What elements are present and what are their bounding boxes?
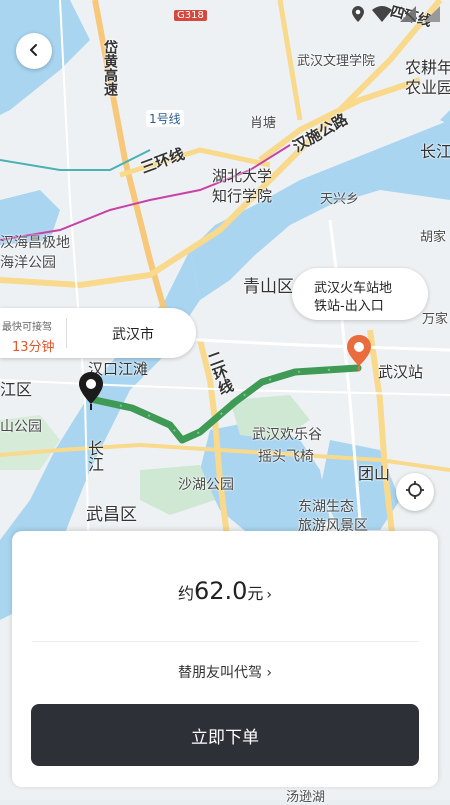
map-label: 江区 <box>0 380 33 399</box>
map-label: 岱黄高速 <box>102 40 118 96</box>
price-prefix: 约 <box>177 584 194 603</box>
panel-divider <box>32 641 418 642</box>
map-label: 肖塘 <box>250 116 277 131</box>
map-label: 武汉文理学院 <box>297 54 376 69</box>
chevron-left-icon <box>27 42 41 61</box>
map-label: 东湖生态 <box>298 499 354 515</box>
map-label: 农业园 <box>405 78 450 97</box>
pickup-eta: 13分钟 <box>12 340 55 355</box>
map-label: G318 <box>174 10 207 21</box>
location-icon <box>352 6 364 26</box>
order-panel: 约62.0元 › 替朋友叫代驾 › 立即下单 <box>12 531 438 787</box>
pickup-info-bubble[interactable]: 最快可接驾 13分钟 武汉市 <box>0 308 196 358</box>
map-label: 湖北大学 <box>212 167 273 185</box>
map-label: 胡家 <box>420 230 447 245</box>
bubble-divider <box>66 318 67 348</box>
map-label: 长江 <box>85 440 104 472</box>
destination-pin-icon <box>346 334 372 376</box>
map-label: 海洋公园 <box>0 255 56 271</box>
map-label: 山公园 <box>0 419 42 435</box>
signal-icon-2 <box>424 6 440 26</box>
destination-name-line2: 铁站-出入口 <box>314 299 384 314</box>
price-unit: 元 <box>247 584 264 603</box>
map-label: 沙湖公园 <box>178 477 234 493</box>
map-label: 武汉欢乐谷 <box>252 427 322 443</box>
place-order-button[interactable]: 立即下单 <box>31 704 419 766</box>
pickup-caption: 最快可接驾 <box>2 322 52 333</box>
map-label: 团山 <box>358 464 391 483</box>
map-label: 汉海昌极地 <box>0 235 70 251</box>
wifi-icon <box>372 6 392 26</box>
locate-button[interactable] <box>396 473 434 511</box>
crosshair-icon <box>405 480 425 504</box>
destination-name-line1: 武汉火车站地 <box>314 281 393 296</box>
start-pin-icon <box>78 371 104 415</box>
map-label: 摇头飞椅 <box>258 449 314 465</box>
status-bar <box>352 6 440 26</box>
back-button[interactable] <box>16 33 52 69</box>
pickup-city: 武汉市 <box>112 327 154 343</box>
price-estimate[interactable]: 约62.0元 › <box>12 577 438 605</box>
destination-info-bubble[interactable]: 武汉火车站地 铁站-出入口 <box>292 268 428 320</box>
price-value: 62.0 <box>193 577 248 605</box>
map-label: 武昌区 <box>86 505 137 525</box>
map-label: 武汉站 <box>378 363 424 381</box>
map-label: 天兴乡 <box>320 192 360 207</box>
map-label: 1号线 <box>146 110 184 127</box>
map-label: 青山区 <box>243 277 294 297</box>
map-label: 知行学院 <box>212 187 273 205</box>
chevron-right-icon: › <box>266 587 273 603</box>
map-label: 万家 <box>422 312 449 327</box>
map-label: 长江 <box>420 142 450 161</box>
map-label: 汤逊湖 <box>286 790 326 805</box>
signal-icon <box>400 6 416 26</box>
call-for-friend-link[interactable]: 替朋友叫代驾 › <box>12 662 438 682</box>
